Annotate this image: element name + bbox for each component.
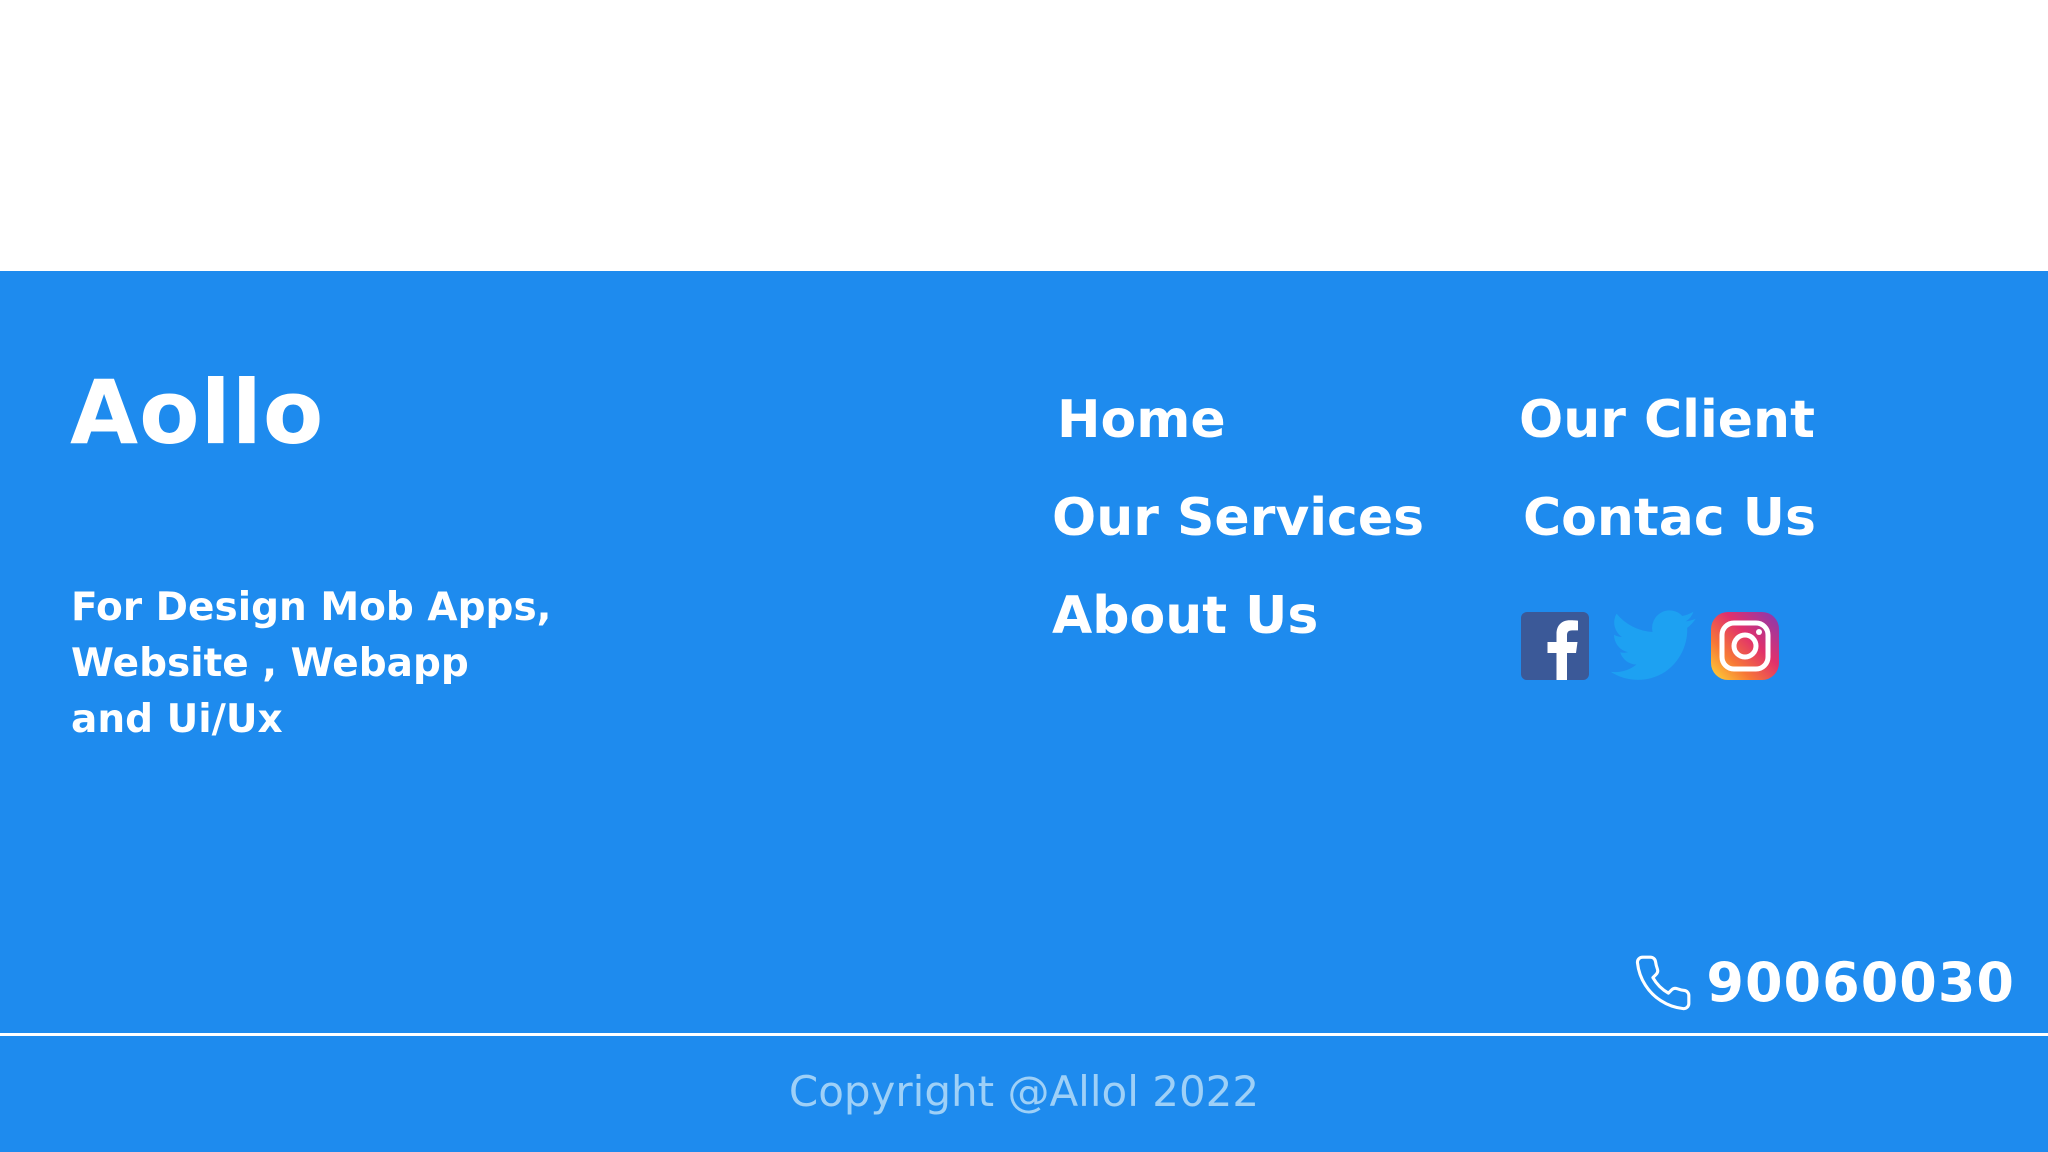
instagram-icon[interactable] [1709, 610, 1781, 682]
copyright-text: Copyright @Allol 2022 [788, 1067, 1260, 1116]
site-footer: Aollo For Design Mob Apps, Website , Web… [0, 271, 2048, 1152]
phone-number[interactable]: 90060030 [1706, 956, 2015, 1010]
tagline-line: For Design Mob Apps, [71, 585, 552, 630]
facebook-icon[interactable] [1521, 611, 1589, 680]
tagline-line: and Ui/Ux [71, 697, 283, 742]
tagline-line: Website , Webapp [71, 641, 469, 686]
nav-link-about-us[interactable]: About Us [1052, 590, 1318, 642]
footer-divider [0, 1033, 2048, 1036]
social-links [1521, 608, 1781, 683]
brand-tagline: For Design Mob Apps, Website , Webapp an… [71, 580, 631, 748]
nav-link-our-services[interactable]: Our Services [1052, 492, 1424, 544]
nav-link-home[interactable]: Home [1057, 394, 1226, 446]
brand-logo[interactable]: Aollo [70, 369, 324, 457]
nav-link-our-client[interactable]: Our Client [1519, 394, 1815, 446]
page-top-space [0, 0, 2048, 271]
phone-icon [1632, 952, 1694, 1014]
nav-link-contact-us[interactable]: Contac Us [1523, 492, 1816, 544]
twitter-icon[interactable] [1609, 609, 1699, 682]
phone-contact[interactable]: 90060030 [1632, 952, 2015, 1014]
